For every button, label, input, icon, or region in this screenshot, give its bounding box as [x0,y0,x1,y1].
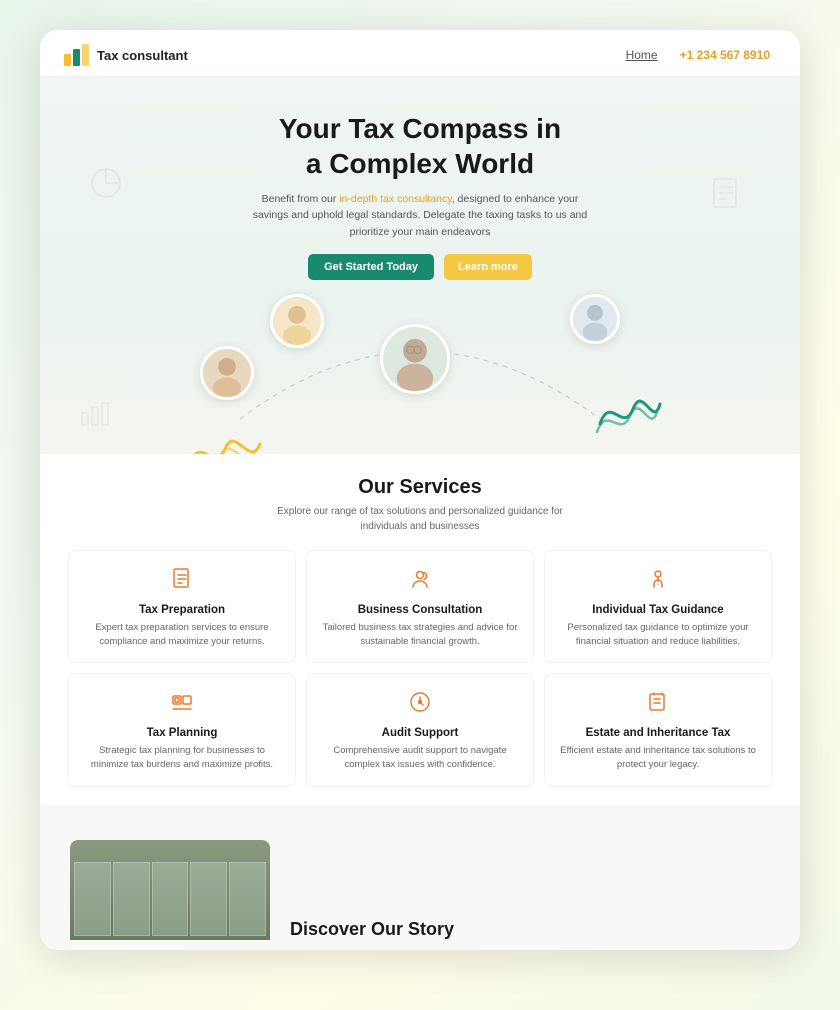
window-pane-3 [152,862,189,936]
phone-number: +1 234 567 8910 [680,48,770,62]
avatar-3 [380,324,450,394]
window-pane-4 [190,862,227,936]
service-card-business-consultation: Business Consultation Tailored business … [306,550,534,664]
service-name-tax-preparation: Tax Preparation [81,604,283,616]
logo-text: Tax consultant [97,48,188,63]
logo-icon [64,44,90,66]
discover-text: Discover Our Story [290,919,770,940]
home-link[interactable]: Home [626,48,658,62]
discover-title: Discover Our Story [290,919,770,940]
estate-tax-icon [557,690,759,720]
main-container: Tax consultant Home +1 234 567 8910 Your… [40,30,800,950]
services-section: Our Services Explore our range of tax so… [40,454,800,805]
service-desc-tax-planning: Strategic tax planning for businesses to… [81,744,283,772]
audit-support-icon [319,690,521,720]
service-card-individual-tax: Individual Tax Guidance Personalized tax… [544,550,772,664]
tax-preparation-icon [81,567,283,597]
hero-section: Your Tax Compass in a Complex World Bene… [40,77,800,454]
service-name-tax-planning: Tax Planning [81,727,283,739]
discover-section: Discover Our Story [40,805,800,950]
get-started-button[interactable]: Get Started Today [308,254,434,280]
services-grid: Tax Preparation Expert tax preparation s… [68,550,772,787]
navbar: Tax consultant Home +1 234 567 8910 [40,30,800,77]
service-name-audit-support: Audit Support [319,727,521,739]
service-desc-individual-tax: Personalized tax guidance to optimize yo… [557,621,759,649]
service-desc-business-consultation: Tailored business tax strategies and adv… [319,621,521,649]
hero-avatars [70,294,770,424]
nav-links: Home +1 234 567 8910 [626,48,770,62]
hero-buttons: Get Started Today Learn more [70,254,770,280]
individual-tax-icon [557,567,759,597]
window-pane-2 [113,862,150,936]
service-name-individual-tax: Individual Tax Guidance [557,604,759,616]
logo-area: Tax consultant [64,44,188,66]
service-card-tax-planning: Tax Planning Strategic tax planning for … [68,673,296,787]
service-desc-estate-tax: Efficient estate and inheritance tax sol… [557,744,759,772]
window-pane-1 [74,862,111,936]
service-name-business-consultation: Business Consultation [319,604,521,616]
avatar-1 [270,294,324,348]
service-card-estate-tax: Estate and Inheritance Tax Efficient est… [544,673,772,787]
window-pane-5 [229,862,266,936]
service-name-estate-tax: Estate and Inheritance Tax [557,727,759,739]
business-consultation-icon [319,567,521,597]
service-card-tax-preparation: Tax Preparation Expert tax preparation s… [68,550,296,664]
hero-subtitle: Benefit from our in-depth tax consultanc… [250,191,590,240]
learn-more-button[interactable]: Learn more [444,254,532,280]
squiggle-left-icon [180,424,270,454]
service-desc-audit-support: Comprehensive audit support to navigate … [319,744,521,772]
hero-title: Your Tax Compass in a Complex World [70,111,770,181]
pie-chart-deco-icon [90,167,122,206]
avatar-2 [200,346,254,400]
tax-planning-icon [81,690,283,720]
avatar-4 [570,294,620,344]
discover-image [70,840,270,940]
services-title: Our Services [68,476,772,499]
document-deco-icon [712,177,740,216]
service-card-audit-support: Audit Support Comprehensive audit suppor… [306,673,534,787]
service-desc-tax-preparation: Expert tax preparation services to ensur… [81,621,283,649]
services-subtitle: Explore our range of tax solutions and p… [260,504,580,534]
